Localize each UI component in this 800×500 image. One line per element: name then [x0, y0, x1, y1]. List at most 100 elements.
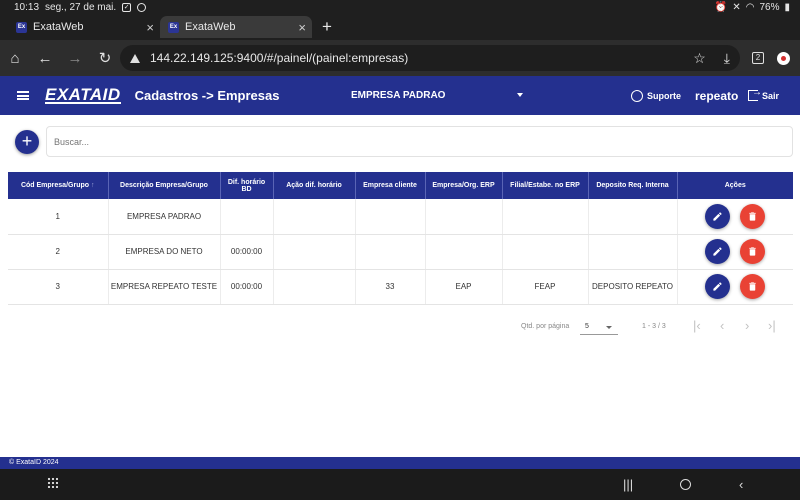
- back-button-icon[interactable]: ‹: [739, 477, 743, 492]
- add-company-button[interactable]: +: [15, 130, 39, 154]
- app-header: EXATAID Cadastros -> Empresas EMPRESA PA…: [0, 76, 800, 115]
- cell-time-diff: [220, 199, 274, 235]
- chevron-down-icon[interactable]: [517, 93, 523, 97]
- home-button-icon[interactable]: [680, 479, 691, 490]
- browser-tab-2[interactable]: Ex ExataWeb ×: [160, 16, 312, 38]
- support-label: Suporte: [647, 90, 682, 101]
- delete-button[interactable]: [740, 203, 766, 229]
- cell-actions: [677, 269, 793, 305]
- cell-time-diff-action: [273, 234, 356, 270]
- close-tab-icon[interactable]: ×: [298, 20, 306, 35]
- cell-description: EMPRESA PADRAO: [108, 199, 221, 235]
- column-header[interactable]: Ação dif. horário: [273, 172, 356, 199]
- last-page-icon[interactable]: ›|: [768, 318, 776, 333]
- checkbox-notification-icon: ✓: [122, 2, 132, 12]
- trash-icon: [749, 282, 756, 291]
- back-icon[interactable]: ←: [30, 50, 60, 67]
- browser-tab-1[interactable]: Ex ExataWeb ×: [8, 16, 160, 38]
- download-icon[interactable]: ⤓: [724, 50, 730, 67]
- page-size-select[interactable]: 5: [580, 319, 618, 335]
- cell-client-company: [355, 199, 426, 235]
- cell-erp-org: EAP: [425, 269, 503, 305]
- search-input[interactable]: [54, 136, 785, 147]
- delete-button[interactable]: [740, 239, 766, 264]
- cell-client-company: [355, 234, 426, 270]
- menu-icon[interactable]: [17, 91, 29, 100]
- support-link[interactable]: Suporte: [631, 89, 682, 102]
- logout-label: Sair: [762, 90, 780, 101]
- android-navigation-bar: ||| ‹: [0, 469, 800, 500]
- logout-button[interactable]: Sair: [748, 87, 780, 101]
- cell-erp-org: [425, 234, 503, 270]
- previous-page-icon[interactable]: ‹: [720, 318, 724, 333]
- status-date: seg., 27 de mai.: [45, 1, 117, 13]
- column-header[interactable]: Filial/Estabe. no ERP: [502, 172, 589, 199]
- column-header[interactable]: Dif. horário BD: [220, 172, 274, 199]
- cell-time-diff-action: [273, 199, 356, 235]
- first-page-icon[interactable]: |‹: [693, 318, 701, 333]
- exata-favicon-icon: Ex: [168, 21, 179, 33]
- column-header[interactable]: Empresa cliente: [355, 172, 426, 199]
- table-row[interactable]: 1 EMPRESA PADRAO: [8, 199, 793, 235]
- bookmark-star-icon[interactable]: ☆: [693, 50, 706, 67]
- column-header: Ações: [677, 172, 793, 199]
- tab-switcher-button[interactable]: 2: [752, 52, 764, 64]
- next-page-icon[interactable]: ›: [745, 318, 749, 333]
- exataid-logo: EXATAID: [45, 85, 121, 104]
- profile-icon[interactable]: [777, 52, 790, 65]
- column-header[interactable]: Cód Empresa/Grupo ↑: [8, 172, 109, 199]
- new-tab-button[interactable]: +: [322, 17, 332, 37]
- column-header[interactable]: Descrição Empresa/Grupo: [108, 172, 221, 199]
- column-header[interactable]: Deposito Req. Interna: [588, 172, 678, 199]
- cell-code: 1: [8, 199, 109, 235]
- pencil-icon: [713, 247, 722, 256]
- home-icon[interactable]: ⌂: [0, 50, 30, 67]
- tab-title: ExataWeb: [33, 21, 84, 33]
- table-row[interactable]: 2 EMPRESA DO NETO 00:00:00: [8, 234, 793, 270]
- page-range: 1 - 3 / 3: [642, 323, 666, 330]
- cell-deposit: [588, 199, 678, 235]
- delete-button[interactable]: [740, 274, 766, 299]
- cell-time-diff-action: [273, 269, 356, 305]
- cell-code: 2: [8, 234, 109, 270]
- cell-description: EMPRESA DO NETO: [108, 234, 221, 270]
- battery-level: 76%: [759, 1, 780, 13]
- app-footer: © ExataID 2024: [0, 457, 800, 469]
- alarm-icon: ⏰: [714, 1, 728, 13]
- recent-apps-icon[interactable]: |||: [623, 477, 633, 492]
- battery-icon: ▮: [784, 1, 790, 13]
- page-size-label: Qtd. por página: [521, 323, 570, 330]
- cell-erp-org: [425, 199, 503, 235]
- close-tab-icon[interactable]: ×: [146, 20, 154, 35]
- column-header[interactable]: Empresa/Org. ERP: [425, 172, 503, 199]
- whatsapp-icon: [631, 89, 643, 102]
- not-secure-warning-icon[interactable]: [130, 53, 140, 63]
- logout-icon: [748, 87, 762, 101]
- cell-erp-branch: [502, 199, 589, 235]
- companies-table: Cód Empresa/Grupo ↑ Descrição Empresa/Gru…: [8, 172, 793, 305]
- edit-button[interactable]: [705, 239, 731, 264]
- cell-deposit: DEPOSITO REPEATO: [588, 269, 678, 305]
- app-drawer-icon[interactable]: [47, 477, 58, 488]
- sort-up-icon[interactable]: ↑: [91, 182, 95, 189]
- cell-description: EMPRESA REPEATO TESTE: [108, 269, 221, 305]
- edit-button[interactable]: [705, 274, 731, 299]
- trash-icon: [749, 212, 756, 221]
- cell-time-diff: 00:00:00: [220, 269, 274, 305]
- edit-button[interactable]: [705, 203, 731, 229]
- reload-icon[interactable]: ↻: [90, 49, 120, 67]
- forward-icon[interactable]: →: [60, 50, 90, 67]
- paginator: Qtd. por página 5 1 - 3 / 3 |‹ ‹ › ›|: [0, 316, 800, 338]
- cell-deposit: [588, 234, 678, 270]
- url-text[interactable]: 144.22.149.125:9400/#/painel/(painel:emp…: [150, 51, 675, 65]
- table-header-row: Cód Empresa/Grupo ↑ Descrição Empresa/Gru…: [8, 172, 793, 199]
- cell-erp-branch: FEAP: [502, 269, 589, 305]
- search-field[interactable]: [46, 126, 793, 157]
- address-bar[interactable]: 144.22.149.125:9400/#/painel/(painel:emp…: [120, 45, 740, 71]
- company-selector[interactable]: EMPRESA PADRAO: [351, 90, 445, 101]
- username: repeato: [695, 88, 739, 103]
- pencil-icon: [713, 212, 722, 221]
- cell-time-diff: 00:00:00: [220, 234, 274, 270]
- exata-favicon-icon: Ex: [16, 21, 27, 33]
- table-row[interactable]: 3 EMPRESA REPEATO TESTE 00:00:00 33 EAP …: [8, 269, 793, 305]
